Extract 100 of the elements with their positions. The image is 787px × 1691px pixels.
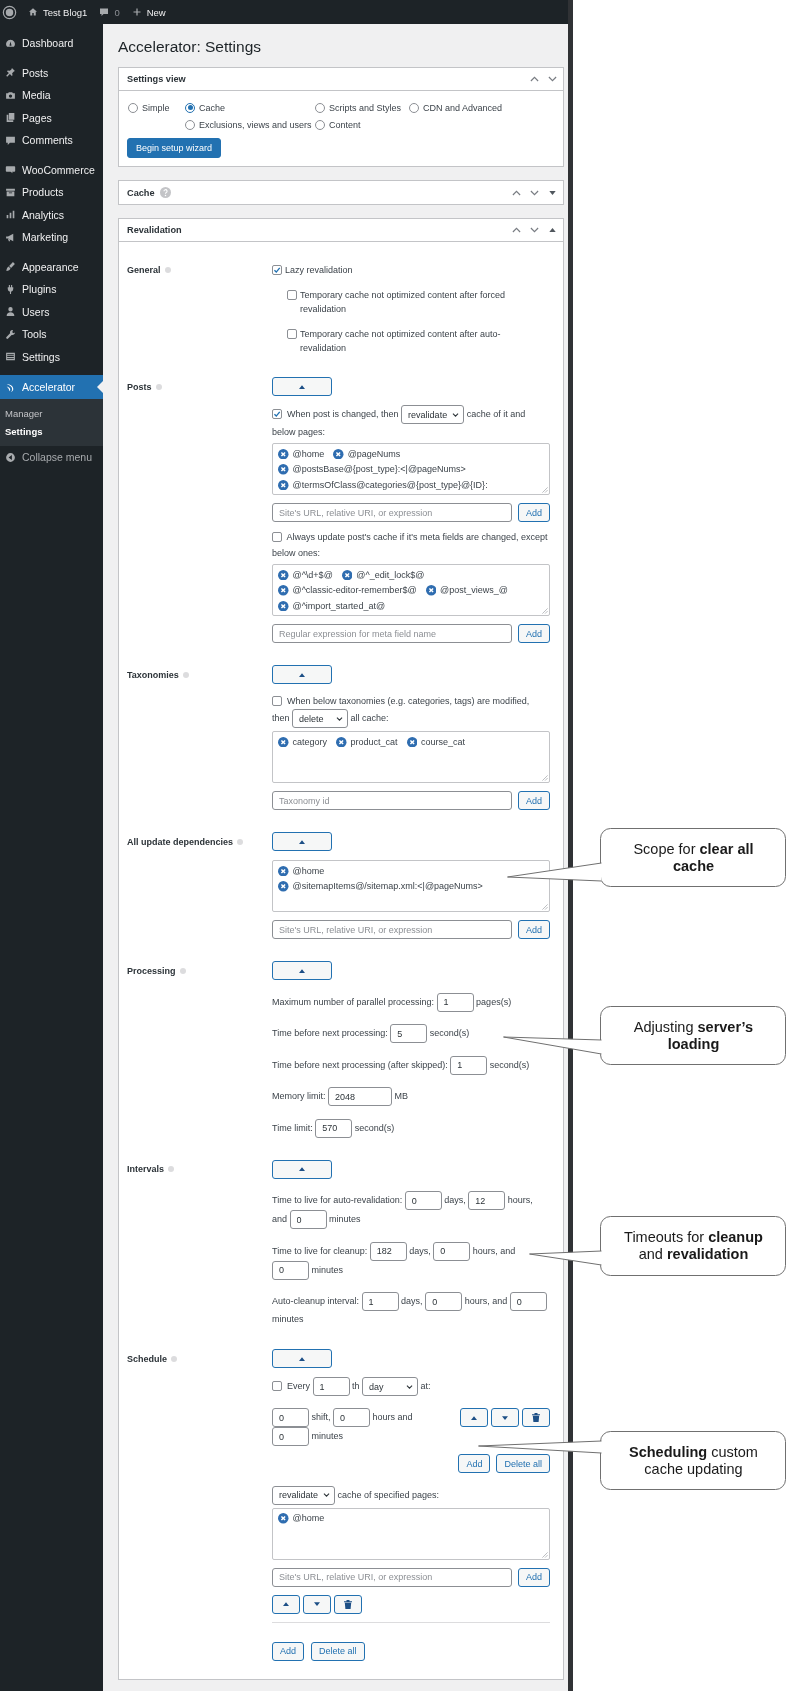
submenu-item[interactable]: Settings	[0, 422, 103, 440]
dropdown[interactable]: delete	[292, 709, 349, 728]
add-button[interactable]: Add	[518, 503, 550, 522]
menu-item[interactable]: Appearance	[0, 255, 103, 278]
number-field[interactable]: 0	[425, 1292, 463, 1311]
triangle-up-icon[interactable]	[548, 228, 556, 232]
collapse-toggle-button[interactable]	[272, 1349, 332, 1368]
resize-handle-icon[interactable]	[542, 608, 548, 614]
plus-icon[interactable]	[131, 7, 142, 17]
collapse-toggle-button[interactable]	[272, 1159, 332, 1179]
radio-label[interactable]: Simple	[142, 102, 170, 113]
text-field[interactable]: Site's URL, relative URI, or expression	[272, 1567, 512, 1587]
chevron-down-icon[interactable]	[547, 76, 557, 82]
number-field[interactable]: 12	[468, 1191, 506, 1210]
chevron-up-icon[interactable]	[511, 227, 521, 233]
collapse-toggle-button[interactable]	[272, 961, 332, 980]
tag-list-field[interactable]: @home	[272, 1507, 550, 1560]
home-icon[interactable]	[28, 7, 38, 17]
number-field[interactable]: 1	[450, 1055, 488, 1075]
radio-label[interactable]: Cache	[199, 102, 225, 113]
move-down-button[interactable]	[303, 1594, 331, 1614]
number-field[interactable]: 0	[272, 1408, 309, 1427]
dropdown[interactable]: revalidate	[272, 1485, 336, 1505]
number-field[interactable]: 0	[404, 1191, 442, 1210]
move-down-button[interactable]	[491, 1408, 519, 1427]
number-field[interactable]: 0	[333, 1408, 371, 1427]
menu-item[interactable]: Dashboard	[0, 32, 103, 55]
menu-item[interactable]: Posts	[0, 61, 103, 84]
radio-button[interactable]	[185, 119, 195, 130]
remove-icon[interactable]	[336, 736, 347, 747]
menu-item[interactable]: Analytics	[0, 203, 103, 226]
remove-icon[interactable]	[278, 569, 289, 580]
menu-item[interactable]: WooCommerce	[0, 158, 103, 181]
resize-handle-icon[interactable]	[542, 487, 548, 493]
checkbox[interactable]	[272, 695, 282, 706]
dropdown[interactable]: revalidate	[401, 405, 465, 424]
chevron-down-icon[interactable]	[529, 189, 539, 196]
checkbox[interactable]	[272, 1380, 282, 1391]
delete-button[interactable]	[522, 1408, 550, 1427]
collapse-toggle-button[interactable]	[272, 832, 332, 851]
radio-label[interactable]: Exclusions, views and users	[199, 119, 312, 130]
radio-label[interactable]: CDN and Advanced	[423, 102, 503, 113]
resize-handle-icon[interactable]	[542, 904, 548, 910]
chevron-down-icon[interactable]	[529, 227, 539, 233]
checkbox[interactable]	[287, 329, 297, 339]
resize-handle-icon[interactable]	[542, 775, 548, 781]
radio-button[interactable]	[409, 102, 419, 113]
site-name-link[interactable]: Test Blog1	[43, 6, 88, 18]
number-field[interactable]: 1	[312, 1377, 350, 1396]
number-field[interactable]: 5	[390, 1024, 428, 1043]
triangle-down-icon[interactable]	[548, 190, 556, 195]
collapse-menu-button[interactable]: Collapse menu	[0, 446, 103, 469]
radio-button[interactable]	[128, 102, 138, 113]
tag-list-field[interactable]: @^\d+$@ @^_edit_lock$@ @^classic-editor-remember$@ @post_views_@ @^import_started_at@	[272, 564, 550, 616]
tag-list-field[interactable]: @home @sitemapItems@/sitemap.xml:<|@pageNums>	[272, 860, 550, 912]
number-field[interactable]: 2048	[328, 1087, 392, 1106]
collapse-toggle-button[interactable]	[272, 377, 332, 396]
add-button[interactable]: Add	[458, 1454, 491, 1473]
speech-bubble-icon[interactable]	[99, 7, 110, 17]
remove-icon[interactable]	[341, 569, 353, 580]
menu-item[interactable]: Marketing	[0, 226, 103, 249]
tag-list-field[interactable]: category product_cat course_cat	[272, 731, 550, 783]
add-button[interactable]: Add	[518, 791, 550, 810]
new-link[interactable]: New	[146, 6, 166, 18]
delete-all-button[interactable]: Delete all	[496, 1454, 550, 1473]
checkbox[interactable]	[272, 531, 282, 542]
radio-button[interactable]	[315, 102, 325, 113]
remove-icon[interactable]	[333, 448, 344, 459]
remove-icon[interactable]	[278, 736, 289, 747]
menu-item[interactable]: Comments	[0, 129, 103, 152]
add-button[interactable]: Add	[518, 920, 550, 939]
add-button[interactable]: Add	[518, 624, 550, 643]
menu-item[interactable]: Plugins	[0, 278, 103, 301]
number-field[interactable]: 1	[361, 1292, 399, 1311]
text-field[interactable]: Site's URL, relative URI, or expression	[272, 503, 512, 522]
radio-label[interactable]: Scripts and Styles	[329, 102, 402, 113]
dropdown[interactable]: day	[362, 1377, 419, 1396]
remove-icon[interactable]	[278, 448, 289, 459]
text-field[interactable]: Regular expression for meta field name	[272, 624, 512, 643]
collapse-toggle-button[interactable]	[272, 665, 332, 684]
menu-item[interactable]: Accelerator	[0, 375, 103, 399]
delete-all-button[interactable]: Delete all	[311, 1641, 365, 1661]
number-field[interactable]: 182	[369, 1241, 407, 1261]
logo-icon[interactable]	[2, 4, 17, 20]
remove-icon[interactable]	[278, 881, 289, 892]
menu-item[interactable]: Users	[0, 300, 103, 323]
delete-button[interactable]	[334, 1594, 362, 1614]
remove-icon[interactable]	[278, 600, 289, 611]
remove-icon[interactable]	[425, 585, 437, 596]
checkbox[interactable]	[287, 290, 297, 300]
submenu-item[interactable]: Manager	[0, 404, 103, 422]
remove-icon[interactable]	[278, 479, 289, 490]
number-field[interactable]: 0	[272, 1427, 309, 1446]
checkbox[interactable]	[272, 408, 282, 419]
number-field[interactable]: 0	[289, 1210, 327, 1229]
radio-button[interactable]	[315, 119, 325, 130]
tag-list-field[interactable]: @home @pageNums @postsBase@{post_type}:<|@pageNums> @termsOfClass@categories@{post_type}@{ID}:	[272, 443, 550, 495]
number-field[interactable]: 570	[315, 1118, 353, 1138]
menu-item[interactable]: Settings	[0, 345, 103, 368]
text-field[interactable]: Taxonomy id	[272, 791, 512, 810]
